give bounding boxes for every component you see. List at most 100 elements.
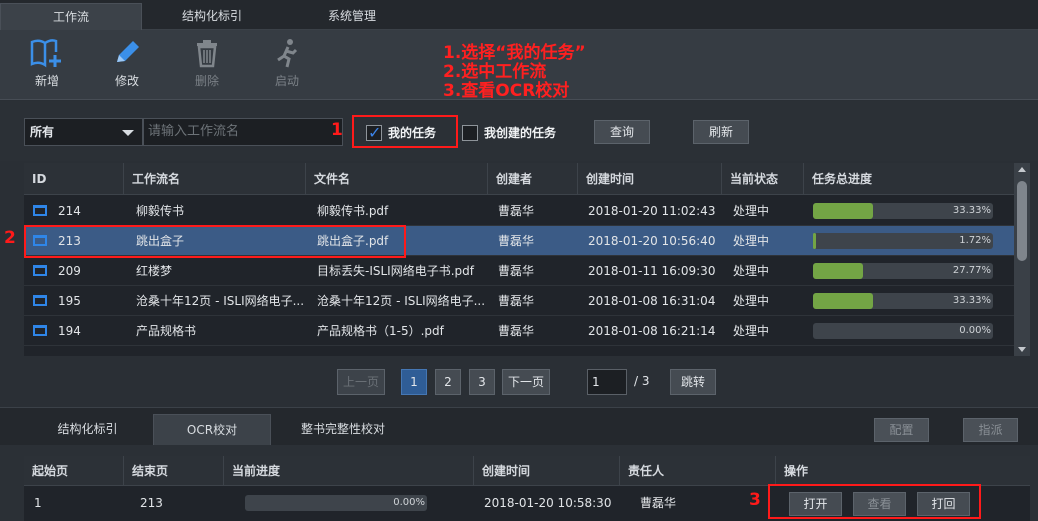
prev-page-button[interactable]: 上一页	[337, 369, 385, 395]
tab-structured-indexing[interactable]: 结构化标引	[142, 3, 282, 30]
edit-button[interactable]: 修改	[97, 36, 157, 89]
cell-status: 处理中	[733, 234, 770, 248]
progress-fill	[813, 203, 873, 219]
chevron-down-icon	[122, 130, 134, 136]
scroll-up-icon[interactable]	[1018, 167, 1026, 172]
page-2-button[interactable]: 2	[435, 369, 461, 395]
open-button[interactable]: 打开	[789, 492, 842, 516]
col-creator[interactable]: 创建者	[488, 163, 578, 195]
tab-lower-structured-indexing[interactable]: 结构化标引	[30, 414, 145, 445]
ocr-owner: 曹磊华	[640, 496, 677, 510]
progress-bar: 1.72%	[813, 233, 993, 249]
my-tasks-label: 我的任务	[388, 126, 437, 140]
cell-time: 2018-01-11 16:09:30	[588, 264, 716, 278]
refresh-button[interactable]: 刷新	[693, 120, 749, 144]
col-progress[interactable]: 任务总进度	[804, 163, 1014, 195]
cell-file: 目标丢失-ISLI网络电子书.pdf	[317, 264, 474, 278]
cell-id: 214	[58, 204, 81, 218]
annotation-step-3: 3.查看OCR校对	[443, 81, 570, 101]
cell-status: 处理中	[733, 294, 770, 308]
cell-name: 红楼梦	[136, 264, 173, 278]
scroll-down-icon[interactable]	[1018, 347, 1026, 352]
col-id[interactable]: ID	[24, 163, 124, 195]
config-button[interactable]: 配置	[874, 418, 929, 442]
cell-name: 产品规格书	[136, 324, 197, 338]
view-button[interactable]: 查看	[853, 492, 906, 516]
tab-ocr-proofreading[interactable]: OCR校对	[153, 414, 271, 445]
cell-time: 2018-01-20 10:56:40	[588, 234, 716, 248]
scroll-thumb[interactable]	[1017, 181, 1027, 261]
cell-status: 处理中	[733, 264, 770, 278]
start-button[interactable]: 启动	[257, 36, 317, 89]
col-file-name[interactable]: 文件名	[306, 163, 488, 195]
assign-button[interactable]: 指派	[963, 418, 1018, 442]
cell-id: 195	[58, 294, 81, 308]
cell-creator: 曹磊华	[498, 234, 535, 248]
col-workflow-name[interactable]: 工作流名	[124, 163, 306, 195]
progress-bar: 33.33%	[813, 203, 993, 219]
progress-bar: 27.77%	[813, 263, 993, 279]
add-label: 新增	[34, 74, 59, 88]
ocr-table-header: 起始页 结束页 当前进度 创建时间 责任人 操作	[24, 456, 1030, 486]
workflow-icon	[33, 295, 47, 306]
tab-book-integrity-check[interactable]: 整书完整性校对	[283, 414, 403, 445]
scope-select-value: 所有	[30, 125, 55, 139]
page-number-input[interactable]: 1	[587, 369, 627, 395]
add-book-icon	[17, 36, 77, 70]
ocr-progress-text: 0.00%	[393, 497, 425, 508]
add-button[interactable]: 新增	[17, 36, 77, 89]
progress-text: 33.33%	[952, 295, 991, 306]
tab-system-management[interactable]: 系统管理	[282, 3, 422, 30]
delete-button[interactable]: 删除	[177, 36, 237, 89]
jump-button[interactable]: 跳转	[670, 369, 716, 395]
cell-time: 2018-01-08 16:31:04	[588, 294, 716, 308]
my-created-checkbox[interactable]: 我创建的任务	[462, 124, 556, 141]
cell-creator: 曹磊华	[498, 264, 535, 278]
next-page-button[interactable]: 下一页	[502, 369, 550, 395]
cell-status: 处理中	[733, 204, 770, 218]
annotation-step-2: 2.选中工作流	[443, 62, 547, 82]
my-created-label: 我创建的任务	[484, 126, 557, 140]
workflow-icon	[33, 265, 47, 276]
progress-text: 27.77%	[952, 265, 991, 276]
scope-select[interactable]: 所有	[24, 118, 143, 146]
cell-time: 2018-01-20 11:02:43	[588, 204, 716, 218]
col-end-page: 结束页	[124, 456, 224, 486]
cell-file: 产品规格书（1-5）.pdf	[317, 324, 444, 338]
return-button[interactable]: 打回	[917, 492, 970, 516]
workflow-search-input[interactable]: 请输入工作流名	[143, 118, 343, 146]
cell-time: 2018-01-08 16:21:14	[588, 324, 716, 338]
col-owner: 责任人	[620, 456, 776, 486]
end-page-value: 213	[140, 496, 163, 510]
table-row[interactable]: 194 产品规格书 产品规格书（1-5）.pdf 曹磊华 2018-01-08 16:2…	[24, 316, 1014, 346]
col-current-progress: 当前进度	[224, 456, 474, 486]
tab-workflow[interactable]: 工作流	[0, 3, 142, 30]
page-3-button[interactable]: 3	[469, 369, 495, 395]
cell-id: 209	[58, 264, 81, 278]
annotation-box-2	[24, 225, 406, 258]
check-icon: ✓	[368, 122, 382, 142]
col-status[interactable]: 当前状态	[722, 163, 804, 195]
workflow-table: ID 工作流名 文件名 创建者 创建时间 当前状态 任务总进度 214 柳毅传书 柳…	[24, 163, 1014, 356]
start-page-value: 1	[34, 496, 42, 510]
table-row[interactable]: 209 红楼梦 目标丢失-ISLI网络电子书.pdf 曹磊华 2018-01-11 16…	[24, 256, 1014, 286]
running-man-icon	[257, 36, 317, 70]
cell-creator: 曹磊华	[498, 294, 535, 308]
trash-icon	[177, 36, 237, 70]
annotation-number-1: 1	[331, 120, 343, 140]
page-1-button[interactable]: 1	[401, 369, 427, 395]
edit-label: 修改	[114, 74, 139, 88]
col-created-time[interactable]: 创建时间	[578, 163, 722, 195]
cell-creator: 曹磊华	[498, 204, 535, 218]
table-row[interactable]: 214 柳毅传书 柳毅传书.pdf 曹磊华 2018-01-20 11:02:43 处理中…	[24, 196, 1014, 226]
checkbox-box: ✓	[366, 122, 382, 142]
table-scrollbar[interactable]	[1014, 163, 1030, 356]
table-row[interactable]: 195 沧桑十年12页 - ISLI网络电子... 沧桑十年12页 - ISLI网络…	[24, 286, 1014, 316]
progress-text: 0.00%	[959, 325, 991, 336]
progress-text: 1.72%	[959, 235, 991, 246]
my-tasks-checkbox[interactable]: ✓ 我的任务	[366, 122, 437, 142]
query-button[interactable]: 查询	[594, 120, 650, 144]
progress-text: 33.33%	[952, 205, 991, 216]
delete-label: 删除	[194, 74, 219, 88]
progress-fill	[813, 293, 873, 309]
